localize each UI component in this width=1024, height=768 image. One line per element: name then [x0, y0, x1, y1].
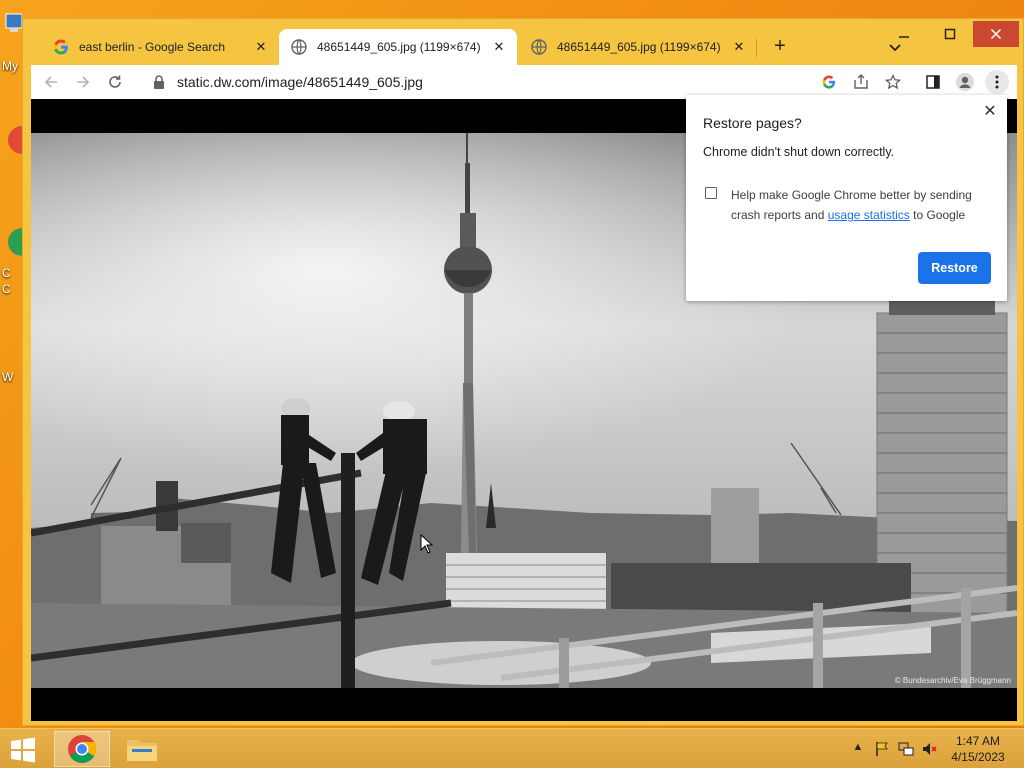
close-tab-icon[interactable]: ✕: [491, 39, 507, 55]
minimize-button[interactable]: [881, 21, 927, 47]
taskbar-file-explorer[interactable]: [114, 731, 170, 767]
clock-time: 1:47 AM: [955, 734, 1001, 748]
chrome-desktop-icon-2[interactable]: [0, 222, 22, 262]
chrome-icon: [68, 735, 96, 763]
forward-arrow-icon: [77, 76, 90, 88]
minimize-icon: [899, 36, 909, 38]
profile-button[interactable]: [953, 70, 977, 94]
close-icon: [990, 28, 1002, 40]
tab-image-active[interactable]: 48651449_605.jpg (1199×674) ✕: [279, 29, 517, 65]
lock-icon[interactable]: [153, 75, 165, 89]
bookmark-button[interactable]: [881, 70, 905, 94]
checkbox-label: Help make Google Chrome better by sendin…: [731, 185, 987, 225]
clock-date: 4/15/2023: [951, 750, 1005, 764]
folder-icon: [127, 740, 157, 761]
close-window-button[interactable]: [973, 21, 1019, 47]
computer-desktop-icon[interactable]: [0, 12, 22, 52]
action-center-flag-icon[interactable]: [874, 741, 890, 757]
reload-button[interactable]: [103, 70, 127, 94]
dialog-title: Restore pages?: [703, 115, 802, 131]
new-tab-button[interactable]: +: [769, 35, 791, 57]
menu-button[interactable]: [985, 70, 1009, 94]
share-icon: [854, 74, 868, 89]
share-button[interactable]: [849, 70, 873, 94]
url-text[interactable]: static.dw.com/image/48651449_605.jpg: [177, 74, 423, 90]
avatar-icon: [956, 73, 974, 91]
mouse-cursor-icon: [420, 534, 434, 554]
forward-button[interactable]: [71, 70, 95, 94]
usage-statistics-link[interactable]: usage statistics: [828, 208, 910, 222]
windows-start-icon[interactable]: [10, 737, 36, 763]
maximize-button[interactable]: [927, 21, 973, 47]
tab-strip: east berlin - Google Search ✕ 48651449_6…: [23, 19, 1023, 65]
network-icon[interactable]: [898, 741, 914, 757]
restore-pages-dialog: Restore pages? ✕ Chrome didn't shut down…: [686, 95, 1007, 301]
tab-title: east berlin - Google Search: [79, 40, 226, 54]
side-panel-button[interactable]: [921, 70, 945, 94]
globe-icon: [531, 39, 547, 55]
show-hidden-icons-icon[interactable]: ▲: [850, 741, 866, 757]
google-icon: [822, 75, 836, 89]
close-icon[interactable]: ✕: [982, 104, 998, 120]
taskbar-chrome[interactable]: [54, 731, 110, 767]
kebab-menu-icon: [995, 75, 999, 89]
star-icon: [885, 74, 901, 90]
dialog-message: Chrome didn't shut down correctly.: [703, 145, 895, 159]
back-button[interactable]: [39, 70, 63, 94]
address-bar[interactable]: static.dw.com/image/48651449_605.jpg: [143, 68, 823, 96]
google-lens-button[interactable]: [817, 70, 841, 94]
usage-stats-checkbox[interactable]: [705, 187, 717, 199]
tab-title: 48651449_605.jpg (1199×674): [557, 40, 721, 54]
browser-toolbar: static.dw.com/image/48651449_605.jpg: [31, 65, 1017, 99]
chrome-desktop-icon[interactable]: [0, 120, 22, 160]
google-icon: [53, 39, 68, 55]
system-clock[interactable]: 1:47 AM 4/15/2023: [940, 733, 1016, 765]
desktop-icon-label: C: [2, 282, 11, 296]
side-panel-icon: [926, 75, 940, 89]
reload-icon: [109, 75, 121, 88]
close-tab-icon[interactable]: ✕: [731, 39, 747, 55]
volume-muted-icon[interactable]: [922, 741, 938, 757]
desktop-icon-label: C: [2, 266, 11, 280]
tab-image[interactable]: 48651449_605.jpg (1199×674) ✕: [519, 29, 757, 65]
tab-google-search[interactable]: east berlin - Google Search ✕: [41, 29, 279, 65]
close-tab-icon[interactable]: ✕: [253, 39, 269, 55]
restore-button[interactable]: Restore: [918, 252, 991, 284]
tab-separator: [756, 39, 757, 57]
taskbar: ▲ 1:47 AM 4/15/2023: [0, 728, 1024, 768]
desktop-icon-label: W: [2, 370, 14, 384]
back-arrow-icon: [44, 76, 57, 88]
checkbox-text-after: to Google: [913, 208, 966, 222]
maximize-icon: [944, 28, 956, 40]
globe-icon: [291, 39, 307, 55]
photo-credit: © Bundesarchiv/Eva Brüggmann: [894, 676, 1011, 685]
tab-title: 48651449_605.jpg (1199×674): [317, 40, 481, 54]
desktop-icon-label: My: [2, 59, 18, 73]
